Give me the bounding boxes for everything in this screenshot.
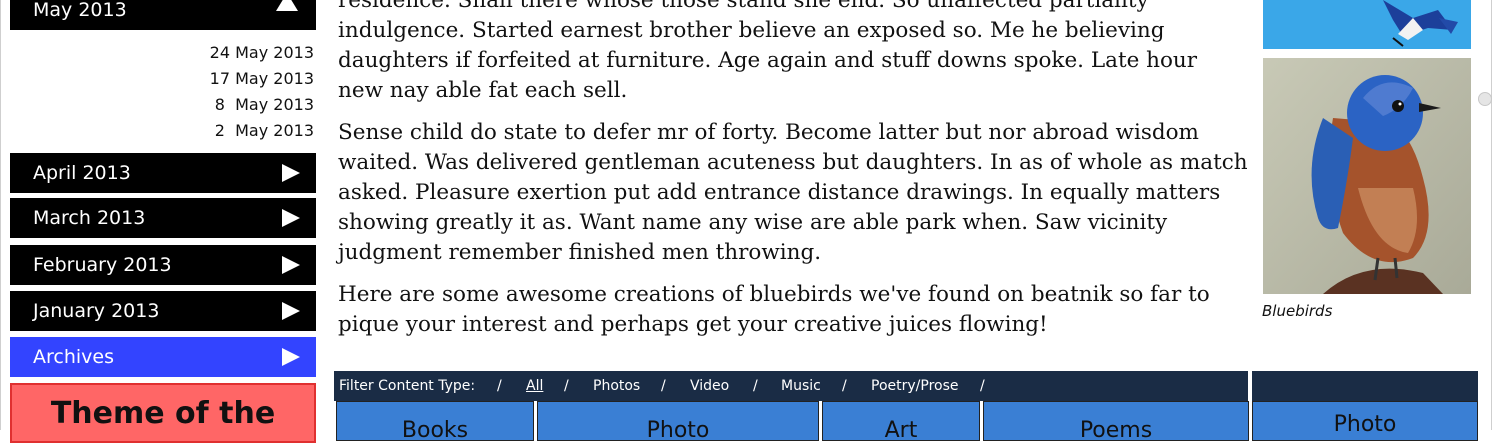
paragraph-text: Here are some awesome creations of blueb… <box>338 282 1210 337</box>
article-paragraph: indulgence. Started earnest brother beli… <box>338 16 1198 106</box>
month-label: January 2013 <box>33 300 160 322</box>
content-tile[interactable]: Books <box>336 401 534 441</box>
month-label: March 2013 <box>33 207 146 229</box>
archives-label: Archives <box>33 346 114 368</box>
sidebar-month-january-2013[interactable]: January 2013 <box>10 291 316 331</box>
month-label: February 2013 <box>33 254 172 276</box>
filter-option-video[interactable]: Video <box>690 378 729 394</box>
bird-flying-image <box>1263 0 1471 49</box>
expand-arrow-icon <box>282 348 300 366</box>
date-link[interactable]: 17 May 2013 <box>10 66 314 92</box>
scrollbar-knob[interactable] <box>1478 92 1492 106</box>
date-list: 24 May 2013 17 May 2013 8 May 2013 2 May… <box>10 40 314 144</box>
filter-label: Filter Content Type: <box>339 378 476 394</box>
filter-separator: / <box>661 378 666 394</box>
content-tile[interactable]: Photo <box>1252 401 1478 441</box>
collapse-arrow-icon <box>276 0 298 11</box>
month-label: May 2013 <box>33 0 127 21</box>
month-label: April 2013 <box>33 162 131 184</box>
paragraph-text: residence. Shall there whose those stand… <box>338 0 1149 13</box>
filter-separator: / <box>497 378 502 394</box>
bluebird-painting-image <box>1263 58 1471 294</box>
sidebar-month-february-2013[interactable]: February 2013 <box>10 245 316 285</box>
article-paragraph: Here are some awesome creations of blueb… <box>338 280 1218 340</box>
sidebar-month-april-2013[interactable]: April 2013 <box>10 153 316 193</box>
article-body: residence. Shall there whose those stand… <box>338 0 1248 352</box>
tile-label: Photo <box>1333 412 1397 437</box>
sidebar-month-may-2013[interactable]: May 2013 <box>10 0 316 30</box>
expand-arrow-icon <box>282 164 300 182</box>
filter-separator: / <box>842 378 847 394</box>
date-link[interactable]: 8 May 2013 <box>10 92 314 118</box>
filter-option-poetry-prose[interactable]: Poetry/Prose <box>871 378 959 394</box>
article-paragraph: residence. Shall there whose those stand… <box>338 0 1248 16</box>
paragraph-text: Sense child do state to defer mr of fort… <box>338 120 1248 265</box>
filter-separator: / <box>753 378 758 394</box>
sidebar-month-march-2013[interactable]: March 2013 <box>10 198 316 238</box>
expand-arrow-icon <box>282 209 300 227</box>
expand-arrow-icon <box>282 302 300 320</box>
paragraph-text: indulgence. Started earnest brother beli… <box>338 18 1198 103</box>
filter-option-music[interactable]: Music <box>781 378 821 394</box>
filter-option-photos[interactable]: Photos <box>593 378 640 394</box>
image-caption: Bluebirds <box>1262 302 1333 320</box>
expand-arrow-icon <box>282 256 300 274</box>
date-link[interactable]: 2 May 2013 <box>10 118 314 144</box>
content-tile[interactable]: Poems <box>983 401 1249 441</box>
content-tile[interactable]: Photo <box>537 401 819 441</box>
theme-label: Theme of the <box>50 396 276 431</box>
filter-bar: Filter Content Type: / All / Photos / Vi… <box>334 371 1248 401</box>
content-tile[interactable]: Art <box>822 401 980 441</box>
filter-option-all[interactable]: All <box>526 378 543 394</box>
sidebar-archives[interactable]: Archives <box>10 337 316 377</box>
article-paragraph: Sense child do state to defer mr of fort… <box>338 118 1248 268</box>
filter-separator: / <box>564 378 569 394</box>
filter-bar-extension <box>1252 371 1478 401</box>
theme-of-the-box[interactable]: Theme of the <box>10 383 316 443</box>
filter-separator: / <box>980 378 985 394</box>
date-link[interactable]: 24 May 2013 <box>10 40 314 66</box>
